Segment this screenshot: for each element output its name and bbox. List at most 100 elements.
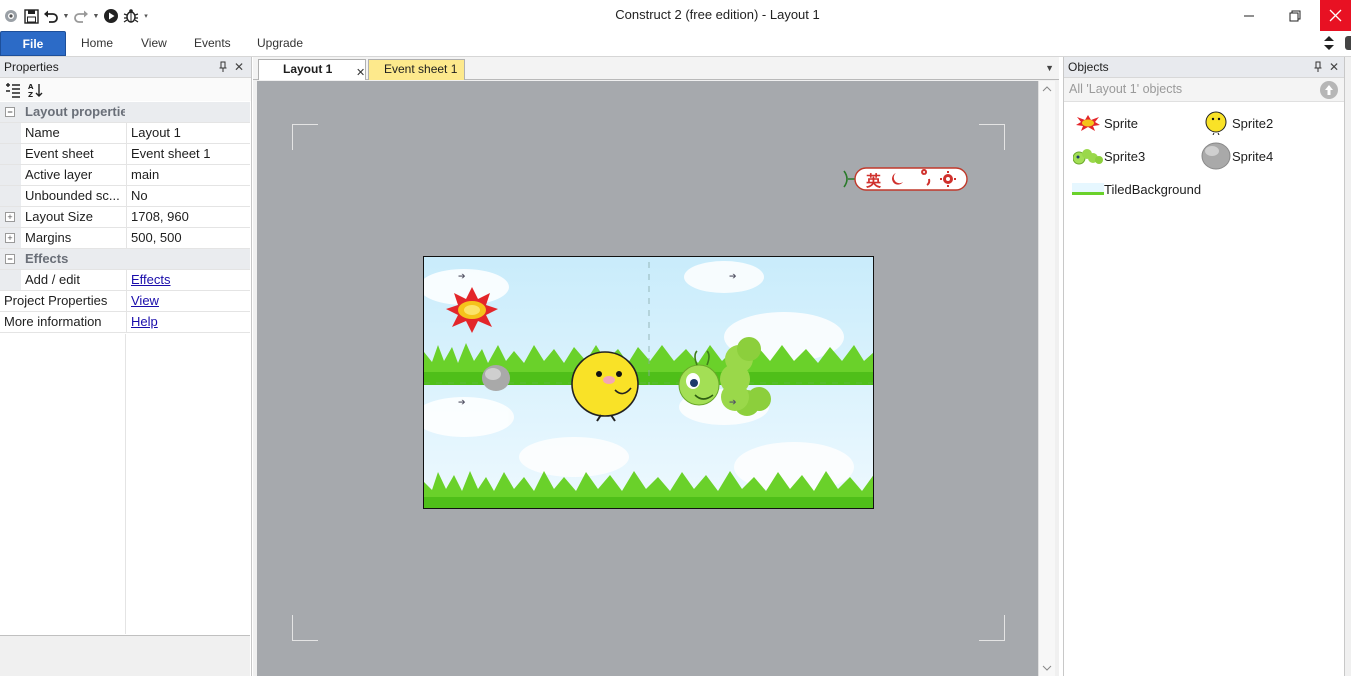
tab-upgrade[interactable]: Upgrade: [247, 31, 313, 56]
property-name: Layout Size: [25, 209, 93, 224]
object-item-sprite2[interactable]: Sprite2: [1200, 108, 1273, 138]
minimize-button[interactable]: [1226, 0, 1272, 31]
quick-access-toolbar: ▼ ▼ ▾: [2, 6, 150, 26]
pin-icon[interactable]: [1311, 59, 1325, 75]
object-item-sprite3[interactable]: Sprite3: [1072, 141, 1145, 171]
property-value[interactable]: Layout 1: [126, 123, 250, 143]
property-value[interactable]: No: [126, 186, 250, 206]
property-row[interactable]: Active layer main: [0, 165, 250, 186]
sort-alphabetical-icon[interactable]: AZ: [26, 81, 44, 99]
expand-icon[interactable]: +: [5, 233, 15, 243]
tiled-background-thumbnail-icon: [1072, 174, 1104, 204]
restore-button[interactable]: [1272, 0, 1318, 31]
layout-editor: Layout 1 ✕ Event sheet 1 ▼ 英 ➔ ➔ ➔ ➔: [253, 57, 1059, 676]
property-row[interactable]: Name Layout 1: [0, 123, 250, 144]
folder-up-icon[interactable]: [1320, 81, 1338, 99]
properties-header: Properties ✕: [0, 57, 251, 78]
layout-scene[interactable]: ➔ ➔ ➔ ➔: [423, 256, 874, 509]
property-row[interactable]: Event sheet Event sheet 1: [0, 144, 250, 165]
properties-title: Properties: [4, 60, 59, 74]
ribbon-edge-handle: [1345, 36, 1351, 50]
property-row[interactable]: Project Properties View: [0, 291, 250, 312]
collapse-icon[interactable]: −: [5, 254, 15, 264]
redo-icon[interactable]: [72, 7, 90, 25]
ribbon-tab-bar: File Home View Events Upgrade: [0, 31, 1351, 57]
collapse-icon[interactable]: −: [5, 107, 15, 117]
help-link[interactable]: Help: [131, 314, 158, 329]
customize-toolbar-icon[interactable]: ▾: [142, 7, 150, 25]
rock-thumbnail-icon: [1200, 141, 1232, 171]
redo-dropdown-icon[interactable]: ▼: [92, 7, 100, 25]
property-name: Event sheet: [25, 146, 94, 161]
svg-text:➔: ➔: [729, 272, 737, 282]
tab-layout-1[interactable]: Layout 1 ✕: [258, 59, 366, 80]
property-row[interactable]: Unbounded sc... No: [0, 186, 250, 207]
scene-art: ➔ ➔ ➔ ➔: [424, 257, 873, 508]
svg-text:➔: ➔: [458, 398, 466, 408]
category-layout-properties[interactable]: − Layout properties: [0, 102, 250, 123]
margin-corner-marker: [979, 615, 1005, 641]
construct-logo-icon[interactable]: [2, 7, 20, 25]
svg-text:➔: ➔: [729, 398, 737, 408]
tab-events[interactable]: Events: [184, 31, 241, 56]
right-dock-edge: [1344, 57, 1351, 676]
margin-corner-marker: [292, 124, 318, 150]
property-name: Name: [25, 125, 60, 140]
property-row[interactable]: Add / edit Effects: [0, 270, 250, 291]
debug-bug-icon[interactable]: [122, 7, 140, 25]
layout-canvas[interactable]: 英 ➔ ➔ ➔ ➔: [257, 81, 1038, 676]
expand-icon[interactable]: +: [5, 212, 15, 222]
property-value[interactable]: Event sheet 1: [126, 144, 250, 164]
svg-text:Z: Z: [28, 91, 33, 98]
property-value[interactable]: 1708, 960: [126, 207, 250, 227]
tab-event-sheet-1[interactable]: Event sheet 1: [368, 59, 465, 80]
undo-icon[interactable]: [42, 7, 60, 25]
property-row[interactable]: More information Help: [0, 312, 250, 333]
object-label: Sprite: [1104, 115, 1138, 131]
tab-file[interactable]: File: [0, 31, 66, 56]
property-name: More information: [4, 314, 102, 329]
chick-thumbnail-icon: [1200, 108, 1232, 138]
category-effects[interactable]: − Effects: [0, 249, 250, 270]
object-item-sprite4[interactable]: Sprite4: [1200, 141, 1273, 171]
property-name: Add / edit: [25, 272, 80, 287]
property-name: Margins: [25, 230, 72, 245]
property-name: Active layer: [25, 167, 93, 182]
categorized-view-icon[interactable]: [4, 81, 22, 99]
undo-dropdown-icon[interactable]: ▼: [62, 7, 70, 25]
objects-header: Objects ✕: [1064, 57, 1344, 78]
property-name: Project Properties: [4, 293, 108, 308]
tab-list-dropdown-icon[interactable]: ▼: [1045, 63, 1054, 73]
effects-link[interactable]: Effects: [131, 272, 171, 287]
object-item-tiledbackground[interactable]: TiledBackground: [1072, 174, 1201, 204]
margin-corner-marker: [979, 124, 1005, 150]
play-icon[interactable]: [102, 7, 120, 25]
view-link[interactable]: View: [131, 293, 159, 308]
close-panel-icon[interactable]: ✕: [232, 59, 246, 75]
ribbon-collapse-icon[interactable]: [1323, 34, 1335, 52]
grid-divider: [125, 334, 126, 634]
properties-panel: Properties ✕ AZ − Layout properties Name…: [0, 57, 252, 676]
tab-home[interactable]: Home: [71, 31, 123, 56]
object-item-sprite[interactable]: Sprite: [1072, 108, 1138, 138]
caterpillar-thumbnail-icon: [1072, 141, 1104, 171]
window-title: Construct 2 (free edition) - Layout 1: [615, 7, 820, 22]
ime-toolbar[interactable]: 英: [842, 167, 970, 191]
explosion-thumbnail-icon: [1072, 108, 1104, 138]
close-button[interactable]: [1320, 0, 1351, 31]
property-row[interactable]: + Margins 500, 500: [0, 228, 250, 249]
property-row[interactable]: + Layout Size 1708, 960: [0, 207, 250, 228]
objects-filter[interactable]: All 'Layout 1' objects: [1064, 78, 1344, 102]
tab-view[interactable]: View: [131, 31, 177, 56]
pin-icon[interactable]: [216, 59, 230, 75]
save-icon[interactable]: [22, 7, 40, 25]
close-panel-icon[interactable]: ✕: [1327, 59, 1341, 75]
title-bar: ▼ ▼ ▾ Construct 2 (free edition) - Layou…: [0, 0, 1351, 31]
vertical-scrollbar[interactable]: [1038, 81, 1055, 676]
objects-panel: Objects ✕ All 'Layout 1' objects Sprite …: [1063, 57, 1344, 676]
objects-filter-label: All 'Layout 1' objects: [1069, 82, 1183, 96]
property-value[interactable]: main: [126, 165, 250, 185]
property-description-pane: [0, 635, 250, 676]
object-label: Sprite2: [1232, 115, 1274, 131]
property-value[interactable]: 500, 500: [126, 228, 250, 248]
